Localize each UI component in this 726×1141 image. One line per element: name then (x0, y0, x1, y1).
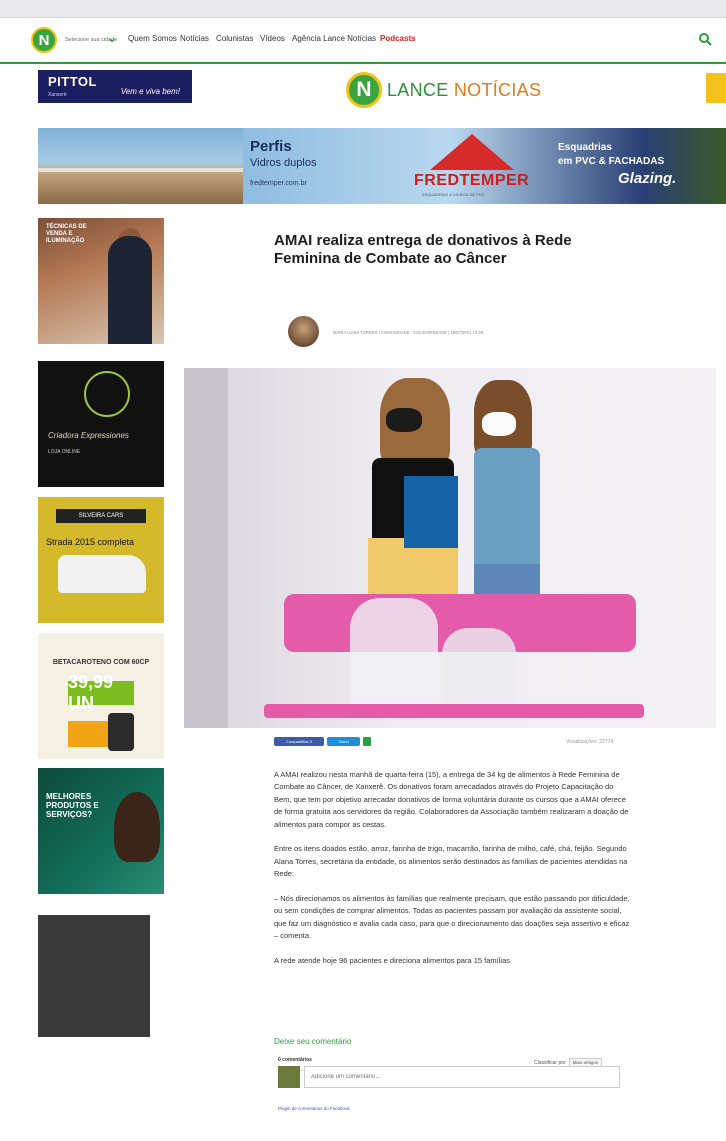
banner-url: fredtemper.com.br (250, 180, 307, 187)
chevron-down-icon[interactable]: ⌄ (107, 31, 117, 45)
car-image (58, 555, 146, 593)
side-ad-1-portrait (108, 236, 152, 344)
side-ad-5-portrait (114, 792, 160, 862)
hero-person-a-mask (386, 408, 422, 432)
side-ad-4-title: BETACAROTENO COM 60CP (52, 659, 150, 666)
logo-badge: N (346, 72, 382, 108)
browser-toolbar-strip (0, 0, 726, 18)
banner-perfis: Perfis (250, 138, 292, 155)
hero-person-b-top (474, 448, 540, 568)
pittol-tagline: Vem e viva bem! (120, 87, 180, 96)
banner-glazing: Glazing. (618, 170, 677, 187)
side-ad-2-line: LOJA ONLINE (48, 449, 81, 455)
comments-heading: Deixe seu comentário (274, 1037, 352, 1046)
logo-word-noticias: NOTÍCIAS (453, 79, 542, 100)
banner-brand: FREDTEMPER (414, 172, 530, 189)
comments-sort-label: Classificar por (534, 1059, 566, 1066)
product-bottle-image (108, 713, 134, 751)
top-navigation: N Selecione sua cidade ⌄ Quem Somos Notí… (0, 18, 726, 64)
banner-pvc: em PVC & FACHADAS (558, 156, 665, 167)
product-box-image (68, 721, 108, 747)
hero-folder (404, 476, 458, 548)
share-bar: Compartilhar 0 Tweet (274, 737, 371, 747)
comment-input[interactable] (304, 1066, 620, 1088)
pittol-sub: Xanxerê (48, 92, 67, 98)
nav-item-videos[interactable]: Vídeos (260, 34, 285, 43)
comments-count: 0 comentários (278, 1057, 312, 1063)
article-paragraph: A rede atende hoje 96 pacientes e direci… (274, 956, 510, 966)
side-ad-3-label: SILVEIRA CARS (56, 509, 146, 523)
nav-item-quem-somos[interactable]: Quem Somos (128, 34, 177, 43)
side-ad-4-price: 39,99 UN (68, 672, 134, 713)
article-hero-image (184, 368, 716, 728)
side-ad-placeholder[interactable] (38, 915, 164, 1037)
pittol-brand: PITTOL (48, 74, 97, 89)
search-icon[interactable] (698, 32, 712, 46)
tweet-button[interactable]: Tweet (327, 737, 360, 746)
site-mini-logo[interactable]: N (31, 27, 57, 53)
facebook-share-button[interactable]: Compartilhar 0 (274, 737, 324, 746)
banner-rail (38, 168, 243, 172)
side-ad-silveira-cars[interactable]: SILVEIRA CARS Strada 2015 completa (38, 497, 164, 623)
nav-item-noticias[interactable]: Notícias (180, 34, 209, 43)
pittol-ad[interactable]: PITTOL Xanxerê Vem e viva bem! (38, 70, 192, 103)
side-ad-1-title: TÉCNICAS DE VENDA E ILUMINAÇÃO (46, 224, 87, 245)
nav-item-podcasts[interactable]: Podcasts (380, 34, 416, 43)
article-body: A AMAI realizou nesta manhã de quarta-fe… (274, 769, 630, 980)
banner-esquadrias: Esquadrias (558, 142, 612, 153)
commenter-avatar (278, 1066, 300, 1088)
side-ad-criadora[interactable]: Criadora Expressiones LOJA ONLINE (38, 361, 164, 487)
hero-person-b-mask (482, 412, 516, 436)
view-count: Visualizações: 22774 (566, 739, 614, 745)
banner-vidros: Vidros duplos (250, 157, 317, 169)
hero-wall (184, 368, 228, 728)
hero-donation-bag-1 (350, 598, 438, 716)
side-ad-melhores-produtos[interactable]: MELHORES PRODUTOS E SERVIÇOS? (38, 768, 164, 894)
article-meta: MARIA LUISA TORRES | COMUNIDADE , SOLIDA… (333, 330, 484, 335)
fredtemper-logo-icon (430, 134, 514, 170)
header-right-ad[interactable] (706, 73, 726, 103)
side-ad-3-text: Strada 2015 completa (46, 537, 135, 547)
hero-bench-seat (264, 704, 644, 718)
article-title: AMAI realiza entrega de donativos à Rede… (274, 232, 572, 268)
author-avatar[interactable] (288, 316, 319, 347)
side-ad-5-title: MELHORES PRODUTOS E SERVIÇOS? (46, 792, 99, 820)
logo-word-lance: LANCE (387, 79, 449, 100)
article-paragraph: A AMAI realizou nesta manhã de quarta-fe… (274, 770, 629, 829)
fredtemper-banner-ad[interactable]: Perfis Vidros duplos fredtemper.com.br F… (38, 128, 726, 204)
side-ad-betacaroteno[interactable]: BETACAROTENO COM 60CP 39,99 UN (38, 633, 164, 759)
side-ad-tecnicas[interactable]: TÉCNICAS DE VENDA E ILUMINAÇÃO (38, 218, 164, 344)
banner-photo (38, 128, 243, 204)
site-logo[interactable]: N LANCE NOTÍCIAS (346, 70, 541, 110)
facebook-comments-plugin-link[interactable]: Plugin de comentários do Facebook (278, 1106, 350, 1111)
article-paragraph: Entre os itens doados estão, arroz, fari… (274, 844, 628, 879)
banner-brand-sub: ESQUADRIAS & VIDROS DE PVC (422, 192, 485, 197)
side-ad-2-badge-icon (84, 371, 130, 417)
nav-item-agencia[interactable]: Agência Lance Notícias (292, 34, 376, 43)
logo-wordmark: LANCE NOTÍCIAS (387, 80, 541, 101)
side-ad-2-script: Criadora Expressiones (48, 431, 129, 440)
article-paragraph: – Nós direcionamos os alimentos às famíl… (274, 894, 630, 941)
nav-item-colunistas[interactable]: Colunistas (216, 34, 253, 43)
whatsapp-share-icon[interactable] (363, 737, 371, 746)
